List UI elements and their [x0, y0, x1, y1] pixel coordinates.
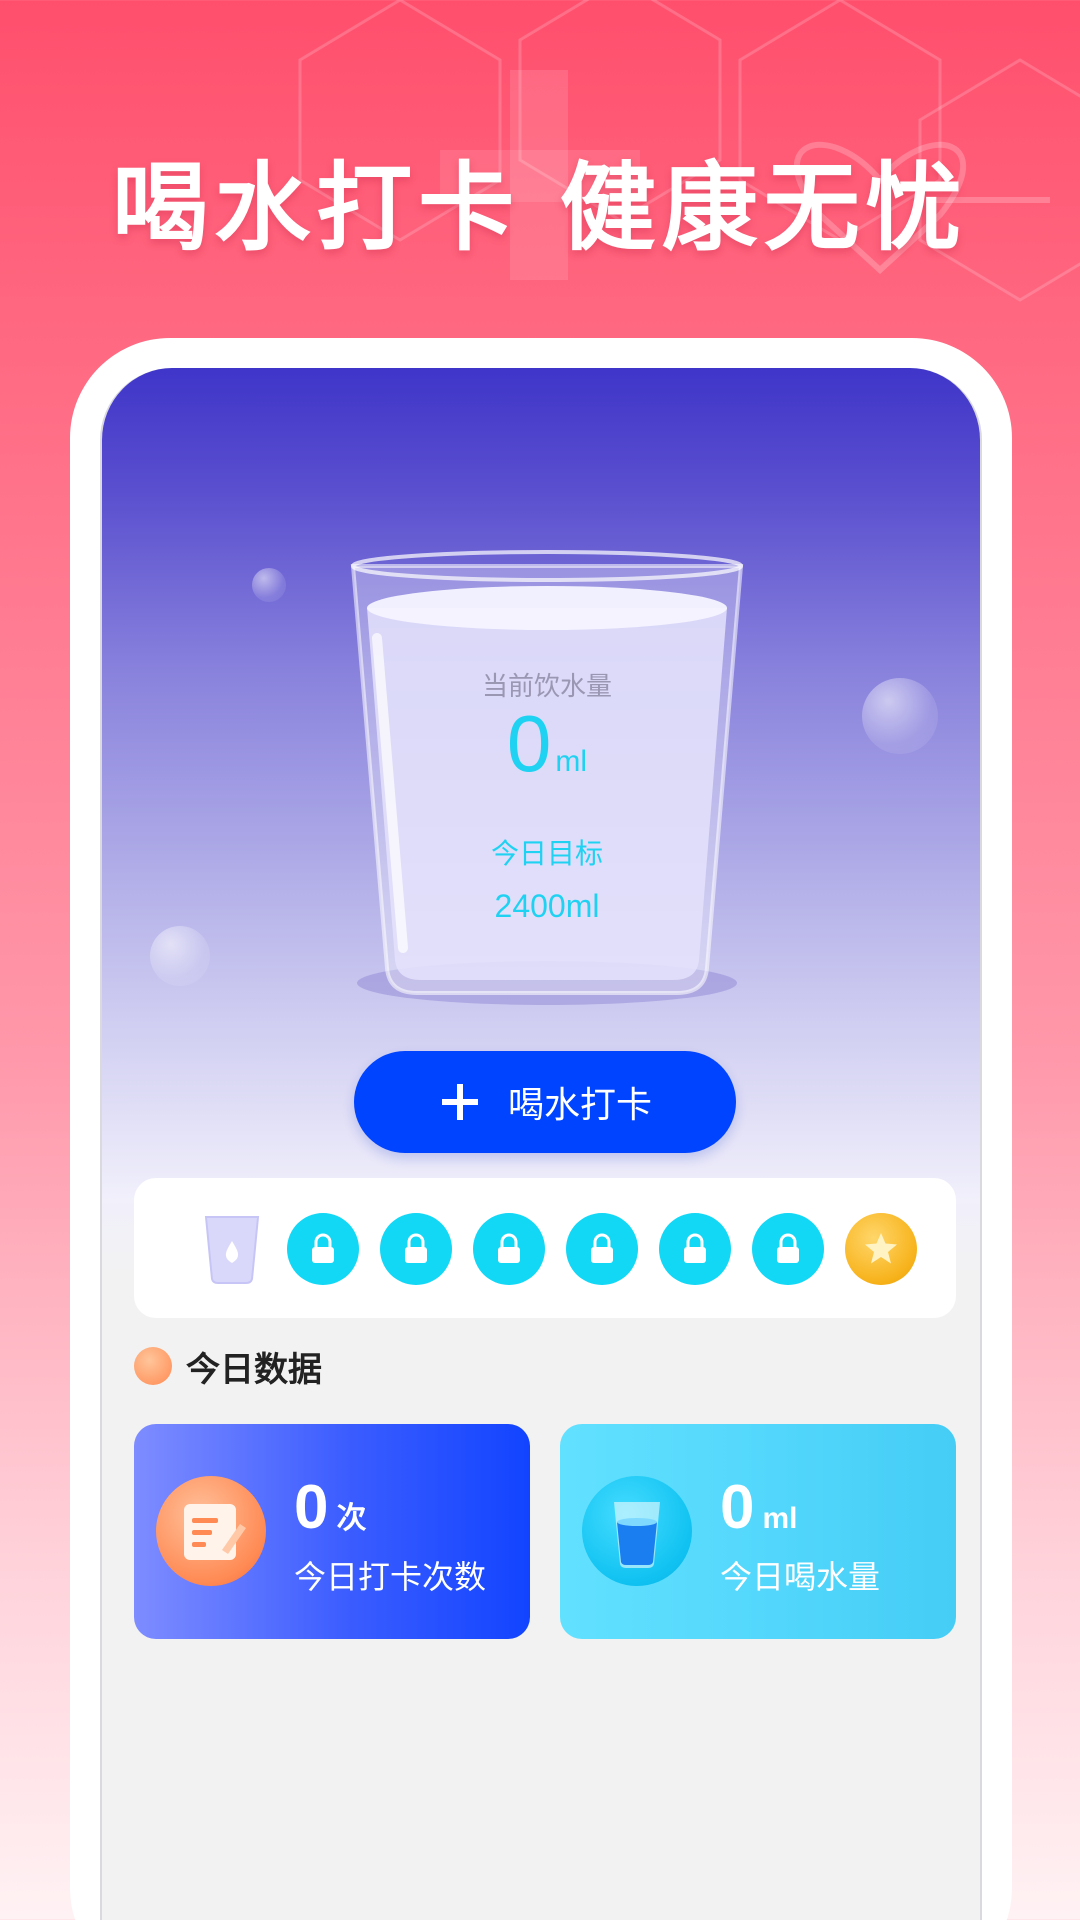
- bubble-decoration: [252, 568, 286, 602]
- today-data-section-title: 今日数据: [134, 1343, 322, 1390]
- current-intake-value: 0 ml: [347, 698, 747, 790]
- current-intake-number: 0: [506, 699, 552, 788]
- today-data-title: 今日数据: [186, 1349, 322, 1390]
- water-glass-icon: [582, 1476, 692, 1586]
- notepad-icon: [156, 1476, 266, 1586]
- hero-title: 喝水打卡 健康无忧: [112, 152, 968, 264]
- lock-icon: [659, 1213, 731, 1285]
- target-value: 2400ml: [494, 888, 600, 924]
- checkin-count-number: 0: [294, 1473, 329, 1542]
- target-label: 今日目标: [490, 837, 603, 870]
- checkin-count-card: 0次 今日打卡次数: [134, 1424, 530, 1639]
- lock-icon: [380, 1213, 452, 1285]
- plus-icon: [441, 1084, 478, 1120]
- current-intake-unit: ml: [555, 745, 588, 778]
- gold-star-icon: [845, 1213, 917, 1285]
- phone-screen: 当前饮水量 0 ml 今日目标 2400ml 喝水打卡 今日数据 0 次 今日打…: [100, 368, 982, 1920]
- water-checkin-button[interactable]: 喝水打卡: [354, 1051, 736, 1153]
- water-amount-label: 今日喝水量: [720, 1558, 881, 1596]
- lock-icon: [566, 1213, 638, 1285]
- water-cup-icon: [196, 1213, 268, 1285]
- water-amount-card: 0 ml 今日喝水量: [560, 1424, 956, 1639]
- checkin-count-unit: 次: [336, 1502, 367, 1535]
- checkin-count-label: 今日打卡次数: [294, 1558, 487, 1596]
- lock-icon: [287, 1213, 359, 1285]
- water-amount-number: 0: [720, 1473, 755, 1542]
- bubble-decoration: [862, 678, 938, 754]
- daily-progress-card: [134, 1178, 956, 1318]
- calendar-icon: [134, 1347, 172, 1385]
- bubble-decoration: [150, 926, 210, 986]
- water-checkin-label: 喝水打卡: [507, 1085, 652, 1126]
- lock-icon: [473, 1213, 545, 1285]
- checkin-count-value: 0次: [294, 1472, 366, 1543]
- water-amount-value: 0 ml: [720, 1472, 798, 1543]
- water-amount-unit: ml: [762, 1502, 798, 1535]
- lock-icon: [752, 1213, 824, 1285]
